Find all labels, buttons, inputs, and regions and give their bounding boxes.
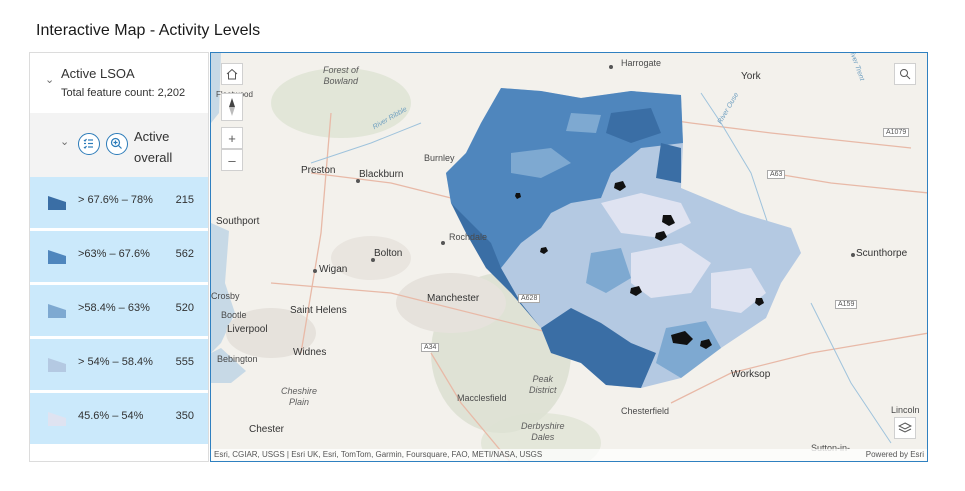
map-attribution: Esri, CGIAR, USGS | Esri UK, Esri, TomTo… xyxy=(211,449,927,461)
zoom-to-layer-button[interactable] xyxy=(106,133,128,155)
home-button[interactable] xyxy=(221,63,243,85)
city-marker xyxy=(441,241,445,245)
class-count: 555 xyxy=(175,356,194,368)
city-marker xyxy=(356,179,360,183)
search-icon xyxy=(900,69,911,80)
place-label: Harrogate xyxy=(621,58,662,68)
chevron-down-icon[interactable]: ⌄ xyxy=(60,135,69,148)
place-label: Blackburn xyxy=(359,169,404,180)
city-marker xyxy=(371,258,375,262)
show-table-button[interactable] xyxy=(78,133,100,155)
place-label: Lincoln xyxy=(891,405,920,415)
powered-by-esri[interactable]: Powered by Esri xyxy=(866,450,924,459)
legend-sublayer-header: ⌄ Active overall xyxy=(30,113,208,177)
legend-sublayer-title: Active overall xyxy=(134,129,173,165)
place-label: Crosby xyxy=(211,291,240,301)
road-label: A628 xyxy=(518,294,541,303)
place-label: Rochdale xyxy=(449,232,488,242)
legend-class-row[interactable]: > 54% – 58.4% 555 xyxy=(30,339,208,390)
place-label: Macclesfield xyxy=(457,393,507,403)
class-count: 350 xyxy=(175,410,194,422)
class-count: 215 xyxy=(175,194,194,206)
map-view[interactable]: Harrogate York Preston Blackburn Burnley… xyxy=(210,52,928,462)
chevron-down-icon[interactable]: ⌄ xyxy=(45,73,54,86)
home-icon xyxy=(226,68,238,80)
zoom-in-button[interactable]: + xyxy=(221,127,243,149)
page-title: Interactive Map - Activity Levels xyxy=(36,22,261,39)
legend-class-row[interactable]: >63% – 67.6% 562 xyxy=(30,231,208,282)
class-count: 520 xyxy=(175,302,194,314)
feature-count: Total feature count: 2,202 xyxy=(61,87,186,99)
city-marker xyxy=(609,65,613,69)
road-label: A63 xyxy=(767,170,786,179)
class-swatch xyxy=(48,196,66,210)
legend-class-row[interactable]: >58.4% – 63% 520 xyxy=(30,285,208,336)
place-label: Liverpool xyxy=(227,324,268,335)
list-icon xyxy=(83,138,93,149)
legend-class-list: > 67.6% – 78% 215 >63% – 67.6% 562 >58.4… xyxy=(30,177,208,447)
search-button[interactable] xyxy=(894,63,916,85)
zoom-out-button[interactable]: – xyxy=(221,149,243,171)
place-label: Southport xyxy=(216,216,260,227)
place-label: Burnley xyxy=(424,153,455,163)
class-swatch xyxy=(48,250,66,264)
natural-area-label: Forest of Bowland xyxy=(323,65,359,86)
place-label: Chester xyxy=(249,424,285,435)
basemap-toggle-button[interactable] xyxy=(894,417,916,439)
class-count: 562 xyxy=(175,248,194,260)
natural-area-label: Peak District xyxy=(529,374,557,395)
class-swatch xyxy=(48,304,66,318)
class-label: > 67.6% – 78% xyxy=(78,194,153,206)
class-swatch xyxy=(48,412,66,426)
place-label: Worksop xyxy=(731,369,771,380)
place-label: Saint Helens xyxy=(290,305,347,316)
class-swatch xyxy=(48,358,66,372)
zoom-to-icon xyxy=(110,137,122,149)
place-label: Manchester xyxy=(427,293,480,304)
city-marker xyxy=(313,269,317,273)
attribution-text: Esri, CGIAR, USGS | Esri UK, Esri, TomTo… xyxy=(214,450,543,459)
legend-panel: ⌄ Active LSOA Total feature count: 2,202… xyxy=(29,52,209,462)
road-label: A1079 xyxy=(883,128,910,137)
road-label: A159 xyxy=(835,300,858,309)
compass-icon xyxy=(229,98,235,116)
place-label: Bebington xyxy=(217,354,258,364)
legend-layer-header[interactable]: ⌄ Active LSOA Total feature count: 2,202 xyxy=(30,53,208,113)
place-label: Scunthorpe xyxy=(856,248,908,259)
place-label: Chesterfield xyxy=(621,406,670,416)
legend-class-row[interactable]: > 67.6% – 78% 215 xyxy=(30,177,208,228)
compass-button[interactable] xyxy=(221,93,243,121)
natural-area-label: Derbyshire Dales xyxy=(521,421,565,442)
place-label: Preston xyxy=(301,165,336,176)
city-marker xyxy=(851,253,855,257)
place-label: Widnes xyxy=(293,347,327,358)
place-label: Bolton xyxy=(374,248,403,259)
legend-layer-title: Active LSOA xyxy=(61,66,135,81)
basemap xyxy=(211,53,927,461)
legend-class-row[interactable]: 45.6% – 54% 350 xyxy=(30,393,208,444)
natural-area-label: Cheshire Plain xyxy=(281,386,318,407)
layers-icon xyxy=(898,422,912,433)
class-label: 45.6% – 54% xyxy=(78,410,144,422)
place-label: Bootle xyxy=(221,310,247,320)
class-label: >58.4% – 63% xyxy=(78,302,150,314)
place-label: Wigan xyxy=(319,264,348,275)
road-label: A34 xyxy=(421,343,440,352)
class-label: > 54% – 58.4% xyxy=(78,356,153,368)
place-label: York xyxy=(741,71,761,82)
class-label: >63% – 67.6% xyxy=(78,248,150,260)
